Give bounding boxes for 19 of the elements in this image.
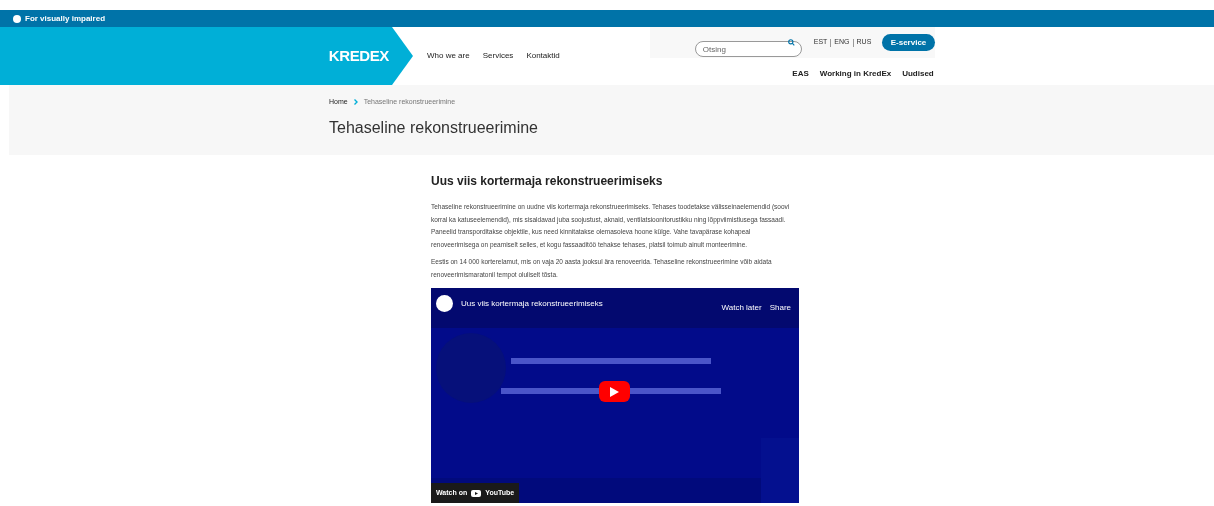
nav-link[interactable]: Services [482, 50, 514, 62]
nav-link[interactable]: Who we are [427, 50, 470, 62]
article-heading: Uus viis kortermaja rekonstrueerimiseks [431, 173, 664, 190]
e-service-button[interactable]: E-service [882, 34, 935, 51]
nav-link[interactable]: Kontaktid [526, 50, 560, 62]
secondary-nav-link[interactable]: Working in KredEx [819, 68, 892, 80]
chevron-icon [353, 99, 358, 106]
play-icon [610, 386, 619, 397]
play-icon [471, 489, 482, 497]
watch-later-label[interactable]: Watch later [721, 302, 762, 314]
search-field[interactable]: Otsing [694, 41, 802, 57]
page-title: Tehaseline rekonstrueerimine [329, 117, 539, 138]
share-label[interactable]: Share [769, 302, 791, 314]
secondary-nav-link[interactable]: EAS [792, 68, 809, 80]
secondary-nav-link[interactable]: Uudised [902, 68, 934, 80]
visually-impaired-link[interactable]: For visually impaired [25, 12, 106, 25]
play-button[interactable] [599, 381, 630, 402]
search-icon[interactable] [787, 39, 795, 46]
video-title[interactable]: Uus viis kortermaja rekonstrueerimiseks [461, 297, 603, 310]
